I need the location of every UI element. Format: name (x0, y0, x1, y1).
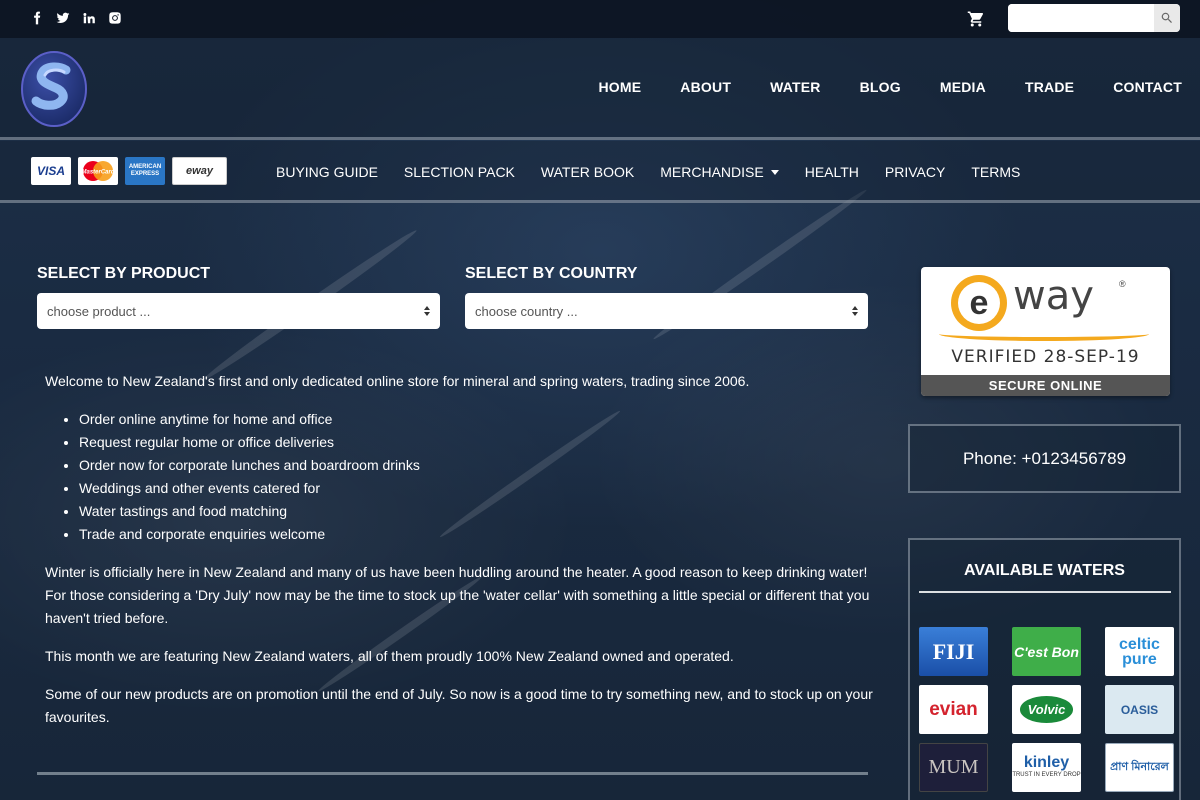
list-item: Order online anytime for home and office (79, 408, 875, 431)
svg-text:MasterCard: MasterCard (81, 170, 114, 176)
phone-number: Phone: +0123456789 (962, 448, 1127, 468)
product-select[interactable]: choose product ... (37, 293, 440, 329)
main-content: Welcome to New Zealand's first and only … (45, 370, 875, 744)
nav-privacy[interactable]: PRIVACY (885, 164, 945, 180)
linkedin-icon[interactable] (82, 10, 96, 26)
phone-box: Phone: +0123456789 (908, 424, 1181, 493)
eway-card-logo: eway (172, 157, 227, 185)
site-logo[interactable] (20, 50, 88, 128)
amex-card-logo: AMERICAN EXPRESS (125, 157, 165, 185)
brand-mum-logo[interactable]: MUM (919, 743, 988, 792)
nav-water[interactable]: WATER (770, 79, 821, 95)
winter-paragraph: Winter is officially here in New Zealand… (45, 564, 870, 626)
twitter-icon[interactable] (56, 10, 70, 26)
search-icon[interactable] (1154, 4, 1180, 32)
nav-merchandise[interactable]: MERCHANDISE (660, 164, 779, 180)
chevron-down-icon (770, 169, 779, 175)
nav-about[interactable]: ABOUT (680, 79, 731, 95)
brand-cestbon-logo[interactable]: C'est Bon (1012, 627, 1081, 676)
list-item: Water tastings and food matching (79, 500, 875, 523)
eway-e-logo: e (951, 275, 1007, 331)
eway-verified-badge[interactable]: e way ® VERIFIED 28-SEP-19 SECURE ONLINE (921, 267, 1170, 396)
nav-home[interactable]: HOME (598, 79, 641, 95)
registered-mark: ® (1119, 279, 1126, 289)
search-input[interactable] (1008, 4, 1154, 32)
nav-trade[interactable]: TRADE (1025, 79, 1074, 95)
waters-divider (919, 591, 1171, 593)
product-select-value: choose product ... (47, 303, 151, 319)
country-select-value: choose country ... (475, 303, 578, 319)
promotion-paragraph: Some of our new products are on promotio… (45, 686, 873, 725)
nav-water-book[interactable]: WATER BOOK (541, 164, 634, 180)
eway-wordmark: way (1013, 273, 1094, 319)
nav-contact[interactable]: CONTACT (1113, 79, 1182, 95)
featured-paragraph: This month we are featuring New Zealand … (45, 648, 734, 664)
nav-selection-pack[interactable]: SLECTION PACK (404, 164, 515, 180)
eway-verified-date: VERIFIED 28-SEP-19 (951, 347, 1140, 367)
country-select[interactable]: choose country ... (465, 293, 868, 329)
brand-pran-logo[interactable]: প্রাণ মিনারেল (1105, 743, 1174, 792)
nav-health[interactable]: HEALTH (805, 164, 859, 180)
eway-secure-label: SECURE ONLINE (921, 375, 1170, 396)
country-filter-label: SELECT BY COUNTRY (465, 265, 638, 282)
list-item: Request regular home or office deliverie… (79, 431, 875, 454)
eway-swoosh (939, 327, 1149, 341)
list-item: Weddings and other events catered for (79, 477, 875, 500)
nav-buying-guide[interactable]: BUYING GUIDE (276, 164, 378, 180)
available-waters-panel: AVAILABLE WATERS FIJI C'est Bon celtic p… (908, 538, 1181, 800)
mastercard-logo: MasterCard (78, 157, 118, 185)
nav-blog[interactable]: BLOG (860, 79, 901, 95)
select-arrows-icon (852, 306, 858, 316)
facebook-icon[interactable] (30, 10, 44, 26)
cart-icon[interactable] (967, 10, 985, 28)
nav-media[interactable]: MEDIA (940, 79, 986, 95)
list-item: Order now for corporate lunches and boar… (79, 454, 875, 477)
nav-terms[interactable]: TERMS (971, 164, 1020, 180)
content-divider (37, 772, 868, 775)
instagram-icon[interactable] (108, 10, 122, 26)
brand-fiji-logo[interactable]: FIJI (919, 627, 988, 676)
list-item: Trade and corporate enquiries welcome (79, 523, 875, 546)
brand-celtic-logo[interactable]: celtic pure (1105, 627, 1174, 676)
service-list: Order online anytime for home and office… (79, 408, 875, 546)
social-links (30, 10, 122, 26)
brand-oasis-logo[interactable]: OASIS (1105, 685, 1174, 734)
nav-merchandise-label: MERCHANDISE (660, 164, 764, 180)
water-brand-grid: FIJI C'est Bon celtic pure evian Volvic … (919, 627, 1174, 792)
intro-text: Welcome to New Zealand's first and only … (45, 373, 750, 389)
visa-card-logo: VISA (31, 157, 71, 185)
main-nav: HOME ABOUT WATER BLOG MEDIA TRADE CONTAC… (559, 79, 1182, 95)
product-filter-label: SELECT BY PRODUCT (37, 265, 211, 282)
select-arrows-icon (424, 306, 430, 316)
available-waters-title: AVAILABLE WATERS (964, 562, 1125, 579)
payment-cards: VISA MasterCard AMERICAN EXPRESS eway (31, 157, 227, 185)
brand-evian-logo[interactable]: evian (919, 685, 988, 734)
brand-kinley-logo[interactable]: kinley TRUST IN EVERY DROP (1012, 743, 1081, 792)
search-box (1008, 4, 1180, 32)
top-bar (0, 0, 1200, 38)
secondary-nav: BUYING GUIDE SLECTION PACK WATER BOOK ME… (276, 164, 1046, 180)
sub-header: VISA MasterCard AMERICAN EXPRESS eway BU… (0, 141, 1200, 203)
brand-volvic-logo[interactable]: Volvic (1012, 685, 1081, 734)
main-header: HOME ABOUT WATER BLOG MEDIA TRADE CONTAC… (0, 38, 1200, 140)
